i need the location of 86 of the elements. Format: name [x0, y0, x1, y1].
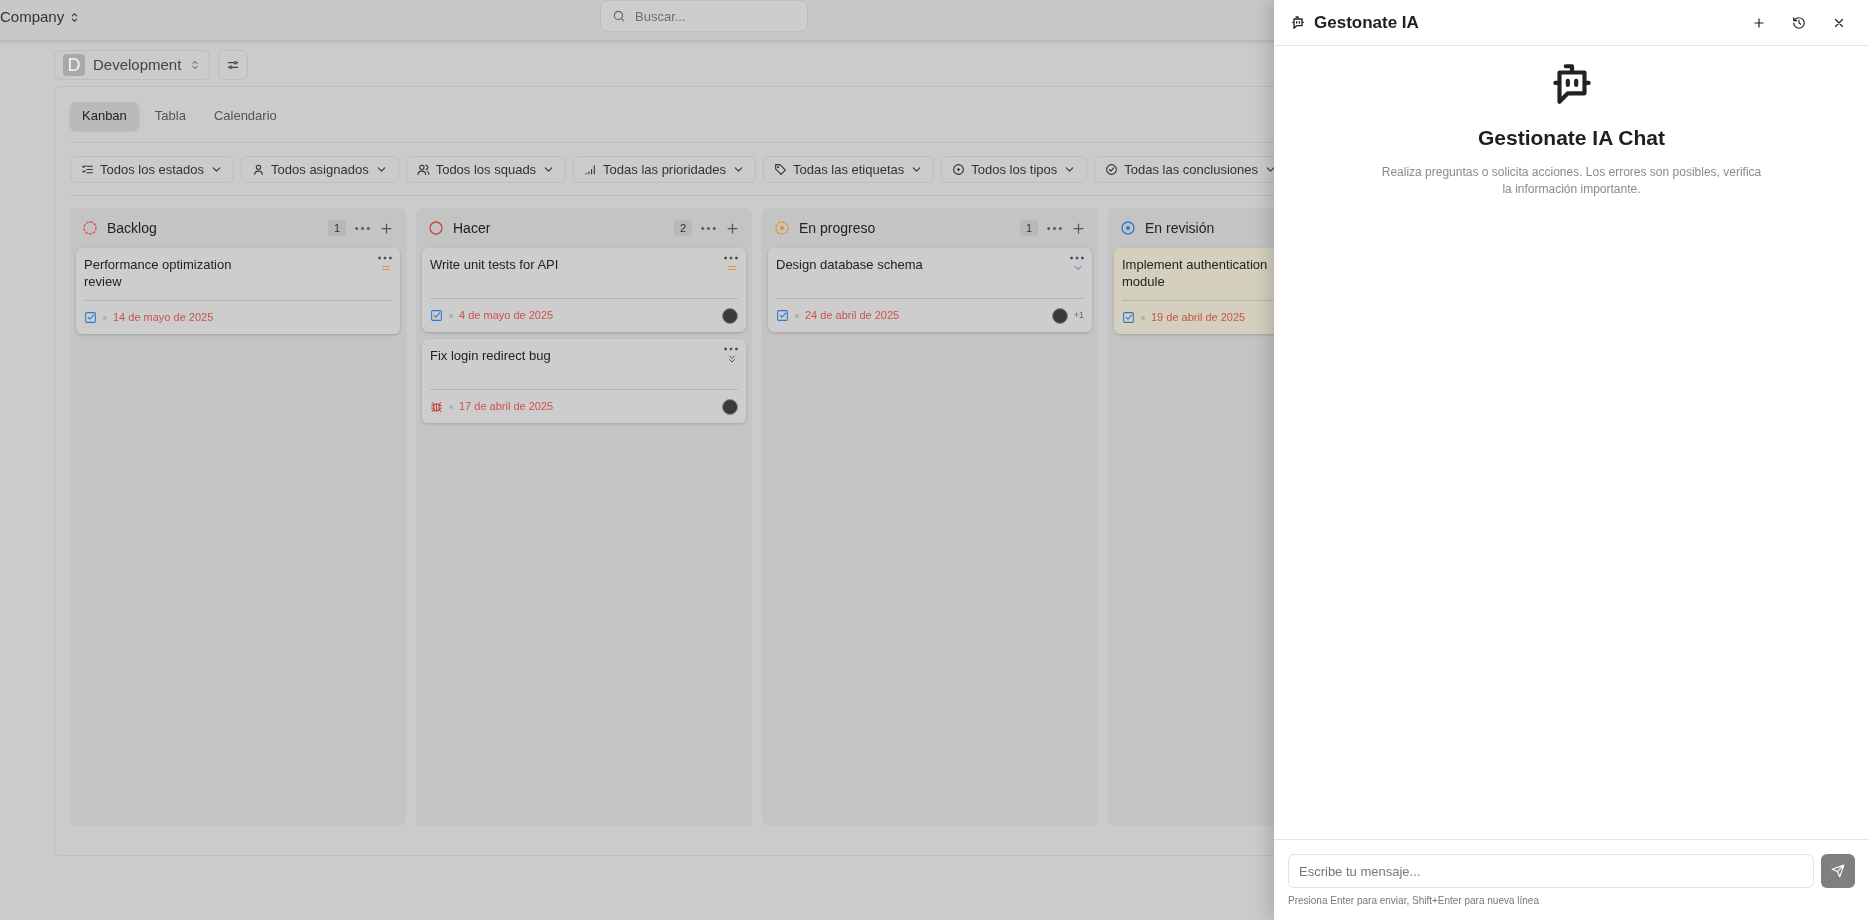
due-date: 24 de abril de 2025	[805, 308, 900, 324]
card-title: Performance optimization review	[84, 256, 233, 290]
add-button[interactable]	[379, 220, 394, 236]
task-card[interactable]: Performance optimization review 14 de mayo de 2025	[76, 248, 400, 334]
due-date: 14 de mayo de 2025	[113, 310, 214, 326]
column-title: En revisión	[1145, 218, 1216, 238]
plus-icon	[725, 220, 740, 236]
dotted-circle-icon	[774, 220, 790, 236]
project-avatar: D	[63, 54, 85, 76]
bug-icon	[430, 400, 443, 413]
view-tab[interactable]: Calendario	[201, 102, 289, 130]
send-button[interactable]	[1821, 854, 1855, 888]
more-button[interactable]	[355, 225, 370, 231]
more-button[interactable]	[378, 256, 392, 260]
signal-bars-icon	[584, 163, 598, 176]
column-title: Hacer	[453, 218, 492, 238]
more-icon	[378, 256, 392, 260]
filter-dropdown[interactable]: Todos los estados	[70, 156, 235, 183]
card-title: Design database schema	[776, 256, 924, 274]
filter-dropdown[interactable]: Todos los squads	[405, 156, 567, 183]
tag-icon	[773, 163, 787, 176]
card-title: Write unit tests for API	[430, 256, 560, 274]
extra-assignees: +1	[1073, 308, 1084, 322]
more-button[interactable]	[701, 225, 716, 231]
workspace-switcher[interactable]: Company	[0, 0, 82, 29]
filter-dropdown[interactable]: Todos asignados	[241, 156, 399, 183]
settings-button[interactable]	[218, 50, 249, 80]
task-card[interactable]: Design database schema 24 de abril de 2025 +1	[768, 248, 1092, 332]
circle-dot-icon	[952, 163, 966, 176]
message-field[interactable]: Escribe tu mensaje...	[1288, 854, 1814, 888]
task-card[interactable]: Write unit tests for API 4 de mayo de 2025	[422, 248, 746, 332]
card-title: Implement authentication module	[1122, 256, 1269, 290]
users-icon	[416, 163, 430, 176]
input-hint: Presiona Enter para enviar, Shift+Enter para nueva línea	[1288, 894, 1540, 908]
count-badge: 2	[673, 219, 692, 237]
dashed-circle-icon	[82, 220, 98, 236]
circle-dot-icon	[1120, 220, 1136, 236]
plus-icon	[379, 220, 394, 236]
more-icon	[1070, 256, 1084, 260]
filter-dropdown[interactable]: Todas las prioridades	[573, 156, 756, 183]
user-icon	[252, 163, 266, 176]
task-card[interactable]: Fix login redirect bug 17 de abril de 2025	[422, 339, 746, 423]
add-button[interactable]	[1071, 220, 1086, 236]
due-date: 4 de mayo de 2025	[459, 308, 554, 324]
more-button[interactable]	[1070, 256, 1084, 260]
column-title: Backlog	[107, 218, 158, 238]
robot-icon	[1290, 14, 1306, 31]
sliders-icon	[226, 58, 241, 72]
plus-icon	[1752, 15, 1766, 30]
filter-dropdown[interactable]: Todas las etiquetas	[762, 156, 935, 183]
column-title: En progreso	[799, 218, 877, 238]
chat-description: Realiza preguntas o solicita acciones. Los errores son posibles, verifica la información importante.	[1381, 163, 1762, 198]
project-selector[interactable]: D Development	[54, 50, 211, 80]
count-badge: 1	[327, 219, 346, 237]
add-button[interactable]	[725, 220, 740, 236]
checkbox-icon	[776, 309, 789, 322]
more-icon	[724, 347, 738, 351]
due-date: 17 de abril de 2025	[459, 399, 554, 415]
more-button[interactable]	[724, 256, 738, 260]
chat-heading: Gestionate IA Chat	[1477, 125, 1666, 151]
send-icon	[1831, 864, 1845, 878]
more-button[interactable]	[1047, 225, 1062, 231]
count-badge: 1	[1019, 219, 1038, 237]
double-chevron-down-icon	[726, 353, 738, 365]
circle-icon	[428, 220, 444, 236]
more-button[interactable]	[724, 347, 738, 351]
history-icon	[1792, 15, 1806, 30]
checkbox-icon	[1122, 311, 1135, 324]
more-icon	[355, 225, 370, 231]
checklist-icon	[81, 163, 94, 176]
more-icon	[701, 225, 716, 231]
filter-dropdown[interactable]: Todos los tipos	[941, 156, 1088, 183]
search-icon	[612, 9, 626, 23]
checkbox-icon	[84, 311, 97, 324]
circle-check-icon	[1105, 163, 1119, 176]
plus-icon	[1071, 220, 1086, 236]
view-tab[interactable]: Tabla	[142, 102, 198, 130]
checkbox-icon	[430, 309, 443, 322]
search-field[interactable]: Buscar...	[600, 0, 808, 32]
project-name: Development	[93, 54, 182, 75]
more-icon	[1047, 225, 1062, 231]
more-icon	[724, 256, 738, 260]
due-date: 19 de abril de 2025	[1151, 310, 1246, 326]
panel-title: Gestonate IA	[1314, 11, 1420, 34]
card-title: Fix login redirect bug	[430, 347, 552, 365]
view-tab[interactable]: Kanban	[70, 102, 139, 130]
